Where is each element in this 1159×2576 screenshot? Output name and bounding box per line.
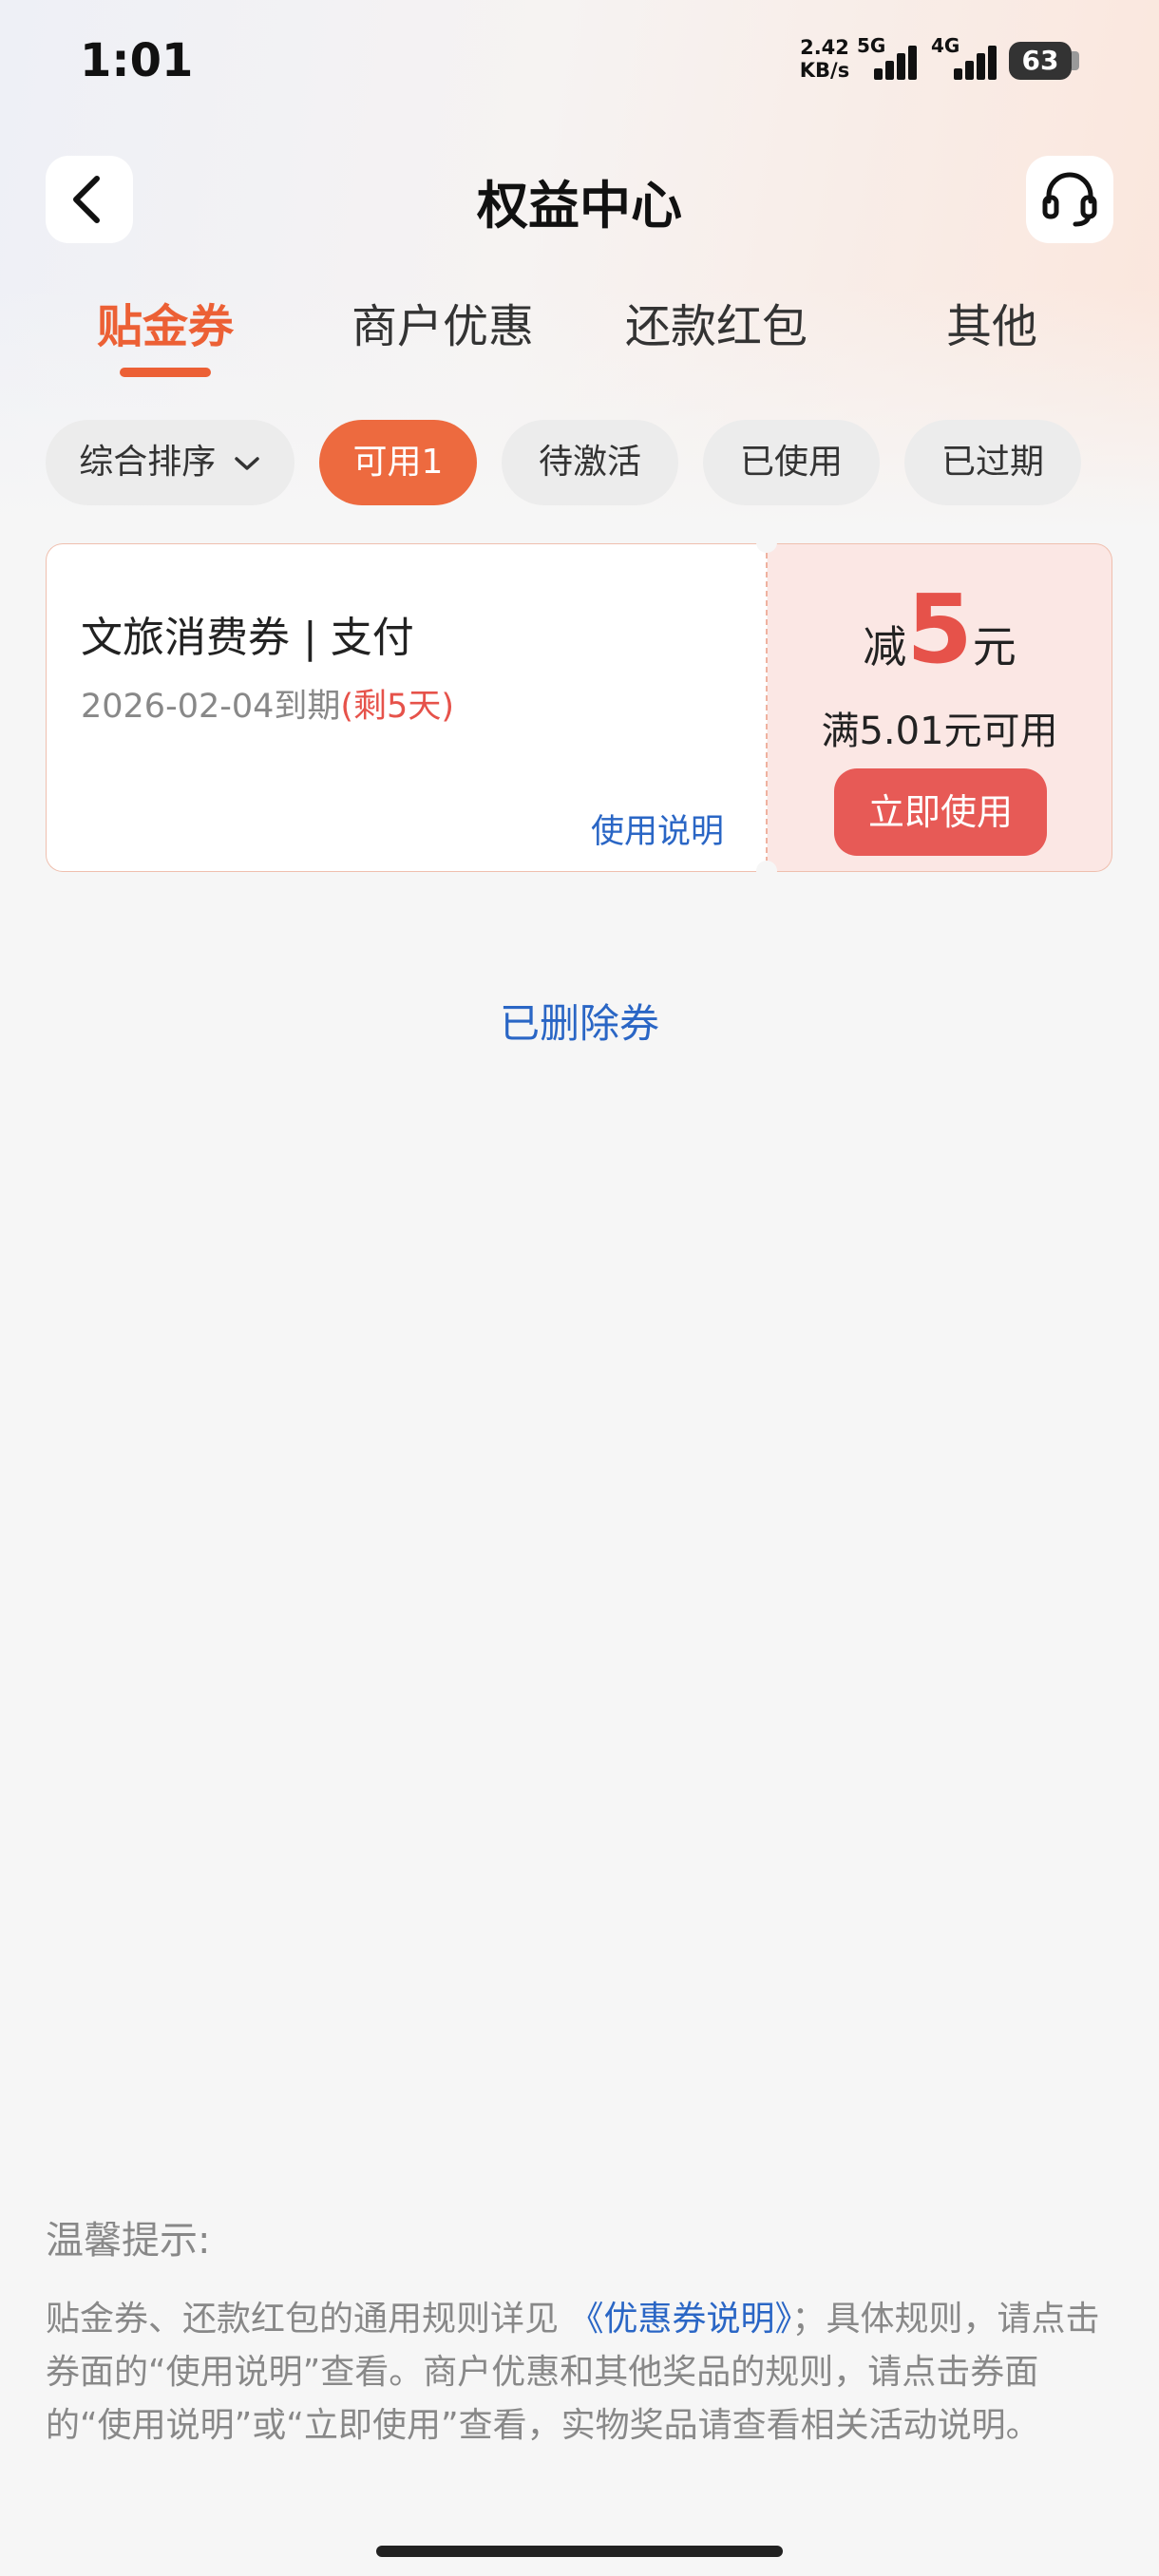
battery-cap <box>1072 51 1079 70</box>
status-bar: 1:01 2.42 KB/s 5G 4G 63 <box>0 0 1159 123</box>
chevron-down-icon <box>234 457 259 470</box>
sort-label: 综合排序 <box>79 443 217 482</box>
coupon-rules-link[interactable]: 《优惠券说明》 <box>569 2300 791 2339</box>
filter-pending-activation[interactable]: 待激活 <box>502 420 678 505</box>
coupon-expiry-date: 2026-02-04到期 <box>81 688 341 726</box>
coupon-title: 文旅消费券 | 支付 <box>81 614 414 662</box>
coupon-value-panel: 减5元 满5.01元可用 立即使用 <box>768 543 1112 872</box>
customer-service-button[interactable] <box>1026 156 1113 243</box>
status-time: 1:01 <box>80 34 194 87</box>
coupon-amount-prefix: 减 <box>863 621 907 672</box>
filter-expired[interactable]: 已过期 <box>904 420 1081 505</box>
deleted-coupons-link[interactable]: 已删除券 <box>0 992 1159 1050</box>
tab-subsidy-coupon[interactable]: 贴金券 <box>32 289 298 355</box>
tips-text-before-link: 贴金券、还款红包的通用规则详见 <box>46 2300 560 2339</box>
filter-used[interactable]: 已使用 <box>703 420 880 505</box>
network-speed-value: 2.42 <box>800 36 849 59</box>
coupon-divider <box>766 553 768 862</box>
coupon-amount-unit: 元 <box>972 621 1016 672</box>
sort-dropdown[interactable]: 综合排序 <box>46 420 294 505</box>
coupon-info: 文旅消费券 | 支付 2026-02-04到期(剩5天) 使用说明 <box>46 543 767 872</box>
use-now-button[interactable]: 立即使用 <box>834 768 1047 856</box>
tips-text: 贴金券、还款红包的通用规则详见 《优惠券说明》；具体规则，请点击券面的“使用说明… <box>46 2293 1119 2453</box>
coupon-amount-value: 5 <box>906 574 973 685</box>
coupon-notch <box>756 532 777 553</box>
filter-available[interactable]: 可用1 <box>319 420 477 505</box>
active-tab-indicator <box>120 368 211 377</box>
page-title: 权益中心 <box>477 176 682 236</box>
coupon-remaining-days: (剩5天) <box>340 688 454 726</box>
tab-repayment-red-packet[interactable]: 还款红包 <box>583 289 849 355</box>
coupon-notch <box>756 861 777 881</box>
coupon-expiry: 2026-02-04到期(剩5天) <box>81 679 454 728</box>
usage-instructions-link[interactable]: 使用说明 <box>591 805 724 853</box>
tab-merchant-offers[interactable]: 商户优惠 <box>310 289 576 355</box>
battery-level: 63 <box>1021 45 1059 76</box>
coupon-threshold: 满5.01元可用 <box>821 710 1058 753</box>
headset-icon <box>1042 172 1097 227</box>
signal-icon <box>946 42 999 80</box>
tab-other[interactable]: 其他 <box>859 289 1125 355</box>
network-speed: 2.42 KB/s <box>798 36 851 82</box>
tips-title: 温馨提示: <box>46 2219 211 2263</box>
coupon-amount: 减5元 <box>768 582 1112 677</box>
signal-icon <box>866 42 920 80</box>
home-indicator[interactable] <box>376 2546 783 2557</box>
network-speed-unit: KB/s <box>799 59 850 82</box>
coupon-card[interactable]: 文旅消费券 | 支付 2026-02-04到期(剩5天) 使用说明 减5元 满5… <box>46 532 1113 881</box>
